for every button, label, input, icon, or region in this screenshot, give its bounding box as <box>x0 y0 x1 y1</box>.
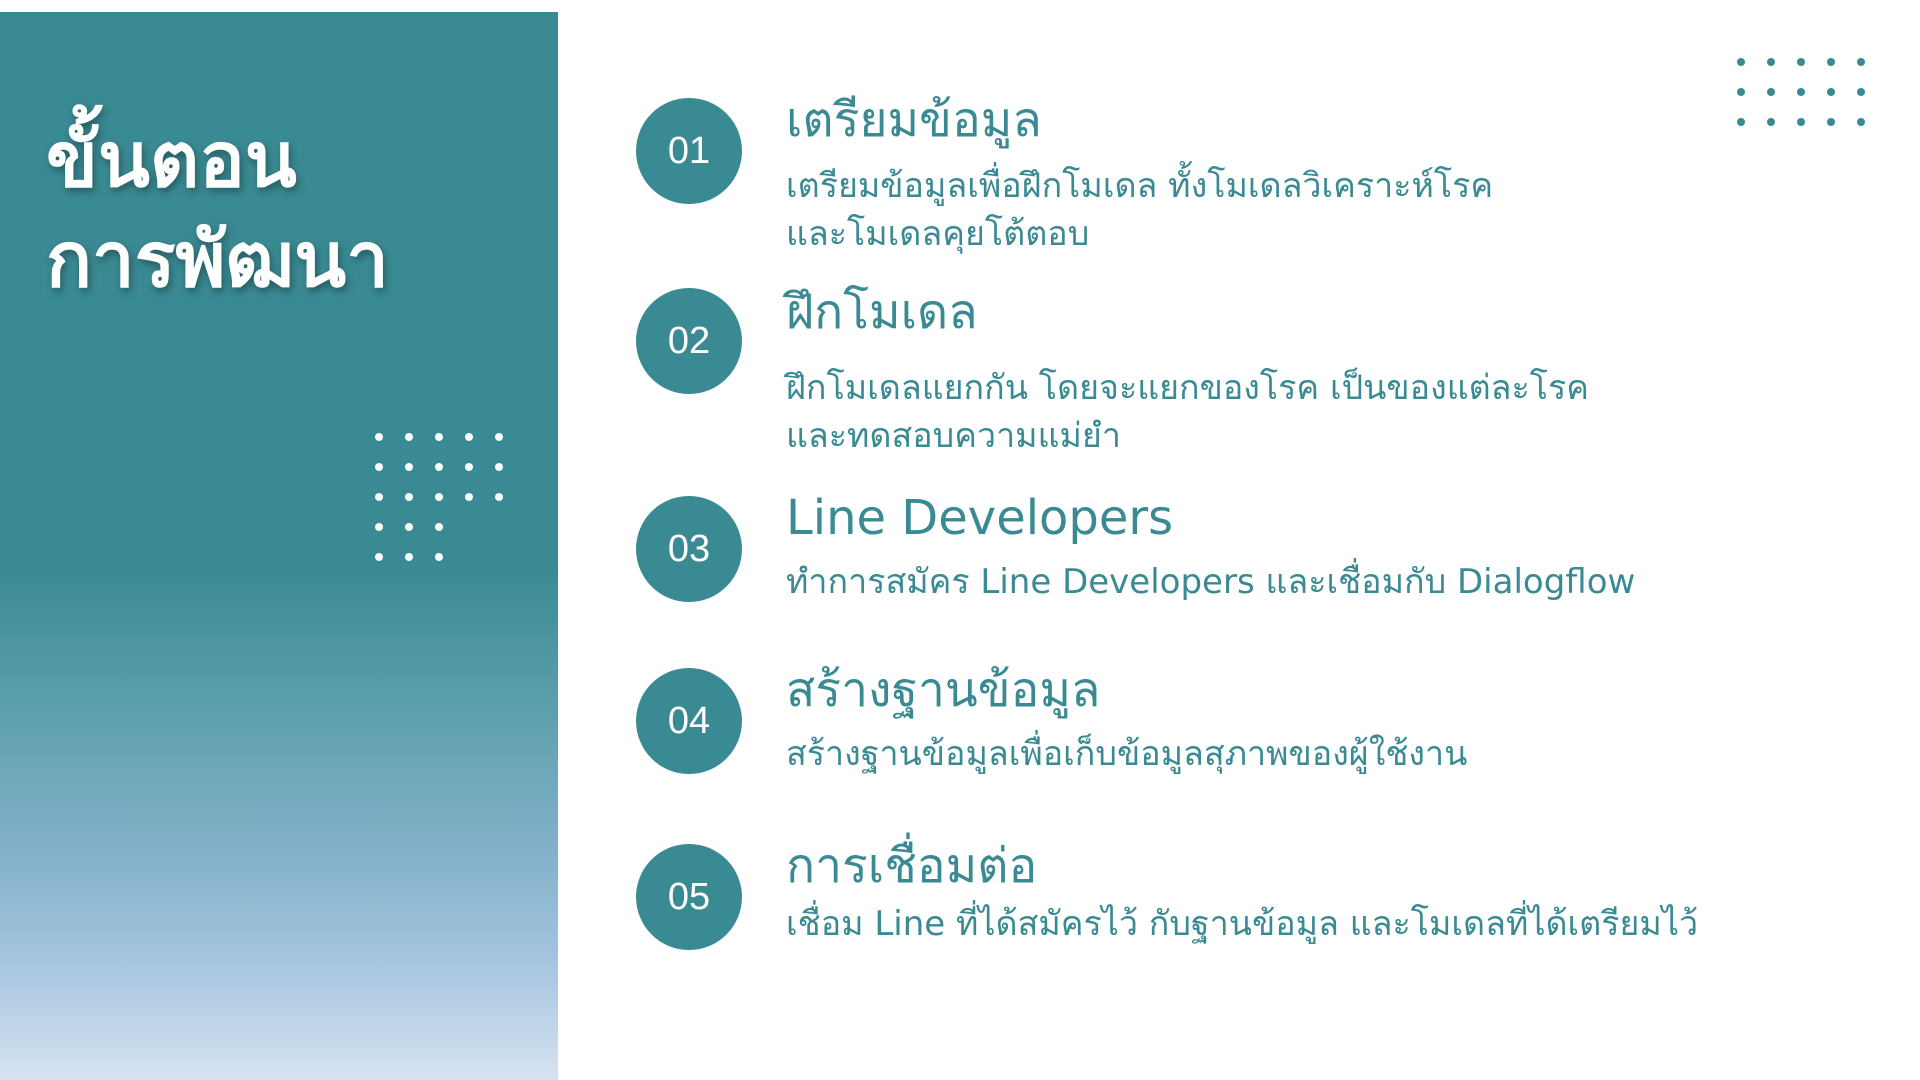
dot <box>435 433 443 441</box>
dot-pattern-left <box>375 433 525 583</box>
dot <box>465 433 473 441</box>
dot <box>495 463 503 471</box>
step-description-line: และทดสอบความแม่ยำ <box>786 416 1121 456</box>
dot <box>435 523 443 531</box>
step-title: ฝึกโมเดล <box>786 284 978 340</box>
dot <box>495 433 503 441</box>
step-description: เชื่อม Line ที่ได้สมัครไว้ กับฐานข้อมูล … <box>786 900 1846 948</box>
dot <box>375 523 383 531</box>
dot <box>435 463 443 471</box>
dot <box>405 433 413 441</box>
step-number-badge: 04 <box>636 668 742 774</box>
dot <box>495 493 503 501</box>
step-description-line: เตรียมข้อมูลเพื่อฝึกโมเดล ทั้งโมเดลวิเคร… <box>786 166 1494 206</box>
step-number-badge: 02 <box>636 288 742 394</box>
slide-title-line-1: ขั้นตอน <box>46 115 297 204</box>
dot <box>465 463 473 471</box>
dot <box>375 493 383 501</box>
step-title: Line Developers <box>786 490 1174 546</box>
step-number-badge: 03 <box>636 496 742 602</box>
step-description-line: ทำการสมัคร Line Developers และเชื่อมกับ … <box>786 562 1636 602</box>
slide: ขั้นตอน การพัฒนา 01 เตรียมข้อมูล เตรียมข… <box>0 0 1920 1080</box>
step-number-badge: 01 <box>636 98 742 204</box>
dot <box>435 553 443 561</box>
slide-title: ขั้นตอน การพัฒนา <box>46 110 389 310</box>
dot <box>375 553 383 561</box>
step-title: การเชื่อมต่อ <box>786 838 1038 894</box>
step-number-badge: 05 <box>636 844 742 950</box>
step-description: ทำการสมัคร Line Developers และเชื่อมกับ … <box>786 558 1846 606</box>
step-description-line: และโมเดลคุยโต้ตอบ <box>786 214 1090 254</box>
step-description-line: ฝึกโมเดลแยกกัน โดยจะแยกของโรค เป็นของแต่… <box>786 368 1590 408</box>
step-description: สร้างฐานข้อมูลเพื่อเก็บข้อมูลสุภาพของผู้… <box>786 730 1846 778</box>
dot <box>465 493 473 501</box>
dot <box>405 553 413 561</box>
dot <box>375 433 383 441</box>
dot <box>375 463 383 471</box>
step-description-line: สร้างฐานข้อมูลเพื่อเก็บข้อมูลสุภาพของผู้… <box>786 734 1468 774</box>
step-title: เตรียมข้อมูล <box>786 92 1042 148</box>
dot <box>405 463 413 471</box>
dot <box>405 493 413 501</box>
step-description-line: เชื่อม Line ที่ได้สมัครไว้ กับฐานข้อมูล … <box>786 904 1699 944</box>
steps-list: 01 เตรียมข้อมูล เตรียมข้อมูลเพื่อฝึกโมเด… <box>636 0 1876 1080</box>
step-description: เตรียมข้อมูลเพื่อฝึกโมเดล ทั้งโมเดลวิเคร… <box>786 162 1846 258</box>
slide-title-line-2: การพัฒนา <box>46 215 389 304</box>
dot <box>405 523 413 531</box>
step-title: สร้างฐานข้อมูล <box>786 662 1101 718</box>
step-description: ฝึกโมเดลแยกกัน โดยจะแยกของโรค เป็นของแต่… <box>786 364 1846 460</box>
dot <box>435 493 443 501</box>
